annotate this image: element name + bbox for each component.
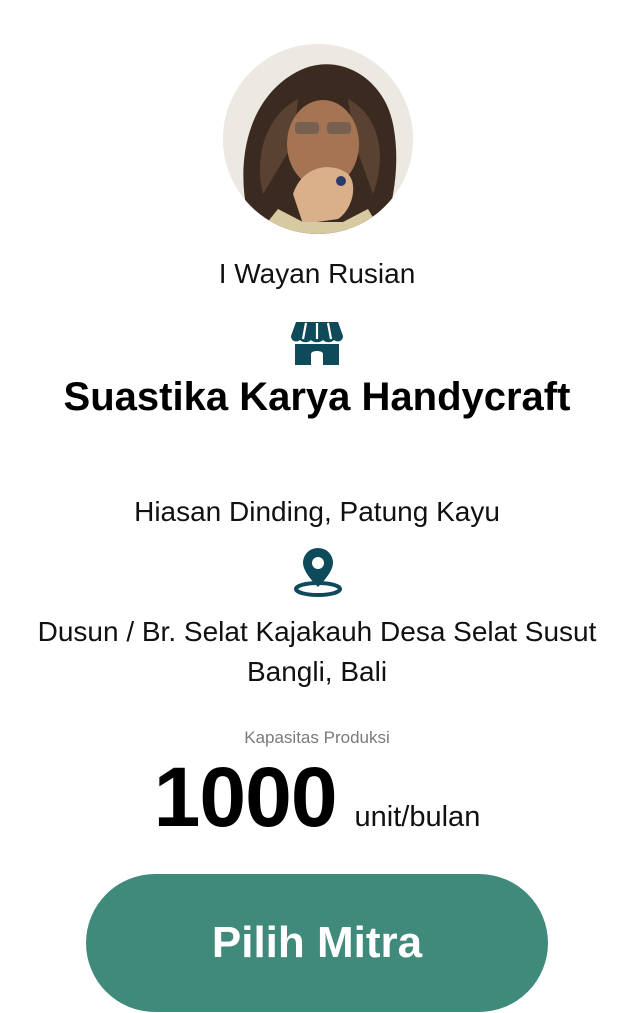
capacity-row: 1000 unit/bulan	[0, 752, 634, 842]
partner-card: I Wayan Rusian Suastika Karya Handycraft…	[0, 0, 634, 1013]
owner-name: I Wayan Rusian	[218, 258, 416, 289]
avatar	[223, 44, 413, 234]
capacity-unit: unit/bulan	[354, 801, 481, 833]
capacity-label: Kapasitas Produksi	[244, 728, 390, 747]
address: Dusun / Br. Selat Kajakauh Desa Selat Su…	[37, 616, 597, 687]
store-name: Suastika Karya Handycraft	[63, 375, 571, 419]
select-partner-button[interactable]: Pilih Mitra	[86, 874, 548, 1012]
avatar-photo	[223, 44, 413, 234]
location-pin-icon	[292, 545, 344, 597]
storefront-icon	[290, 320, 344, 366]
capacity-value: 1000	[153, 750, 338, 844]
product-categories: Hiasan Dinding, Patung Kayu	[134, 496, 500, 527]
